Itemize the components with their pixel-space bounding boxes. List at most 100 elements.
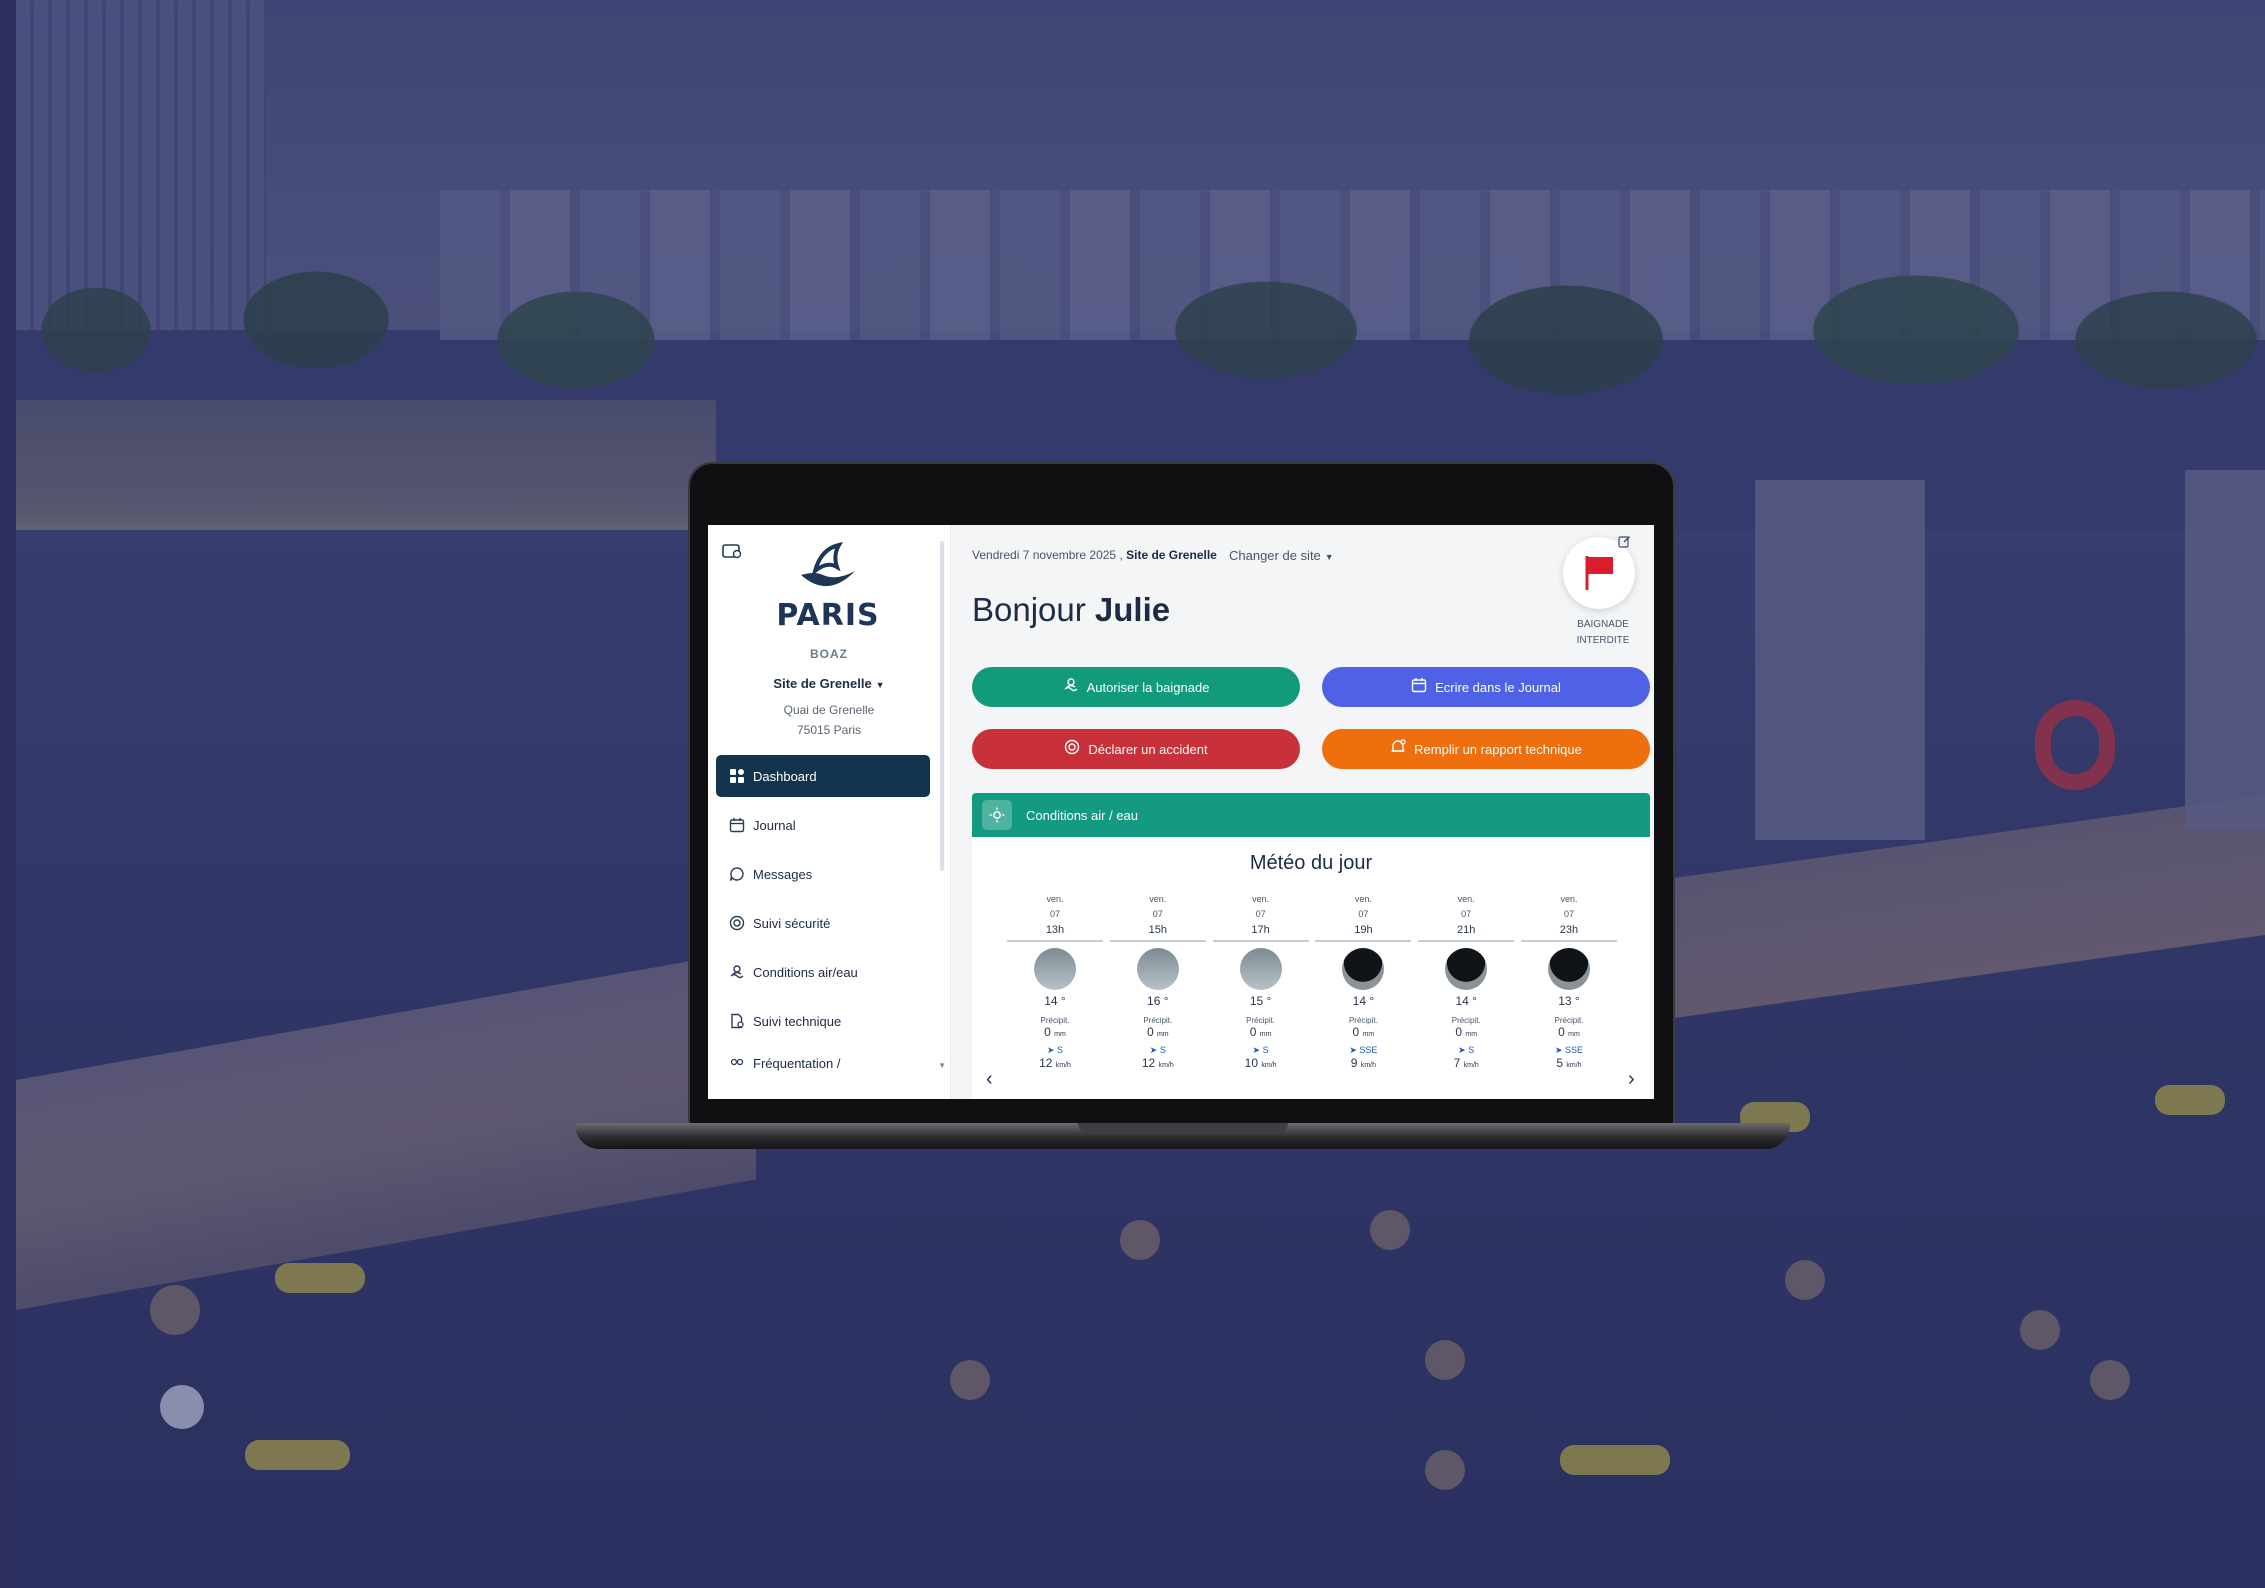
wind-unit: km/h: [1566, 1062, 1582, 1069]
forecast-precip: 0 mm: [1007, 1025, 1103, 1039]
separator: ,: [1116, 548, 1127, 562]
forecast-date: 07: [1358, 909, 1369, 919]
precip-label: Précipit.: [1040, 1016, 1070, 1025]
wind-unit: km/h: [1463, 1062, 1479, 1069]
forecast-temp: 16 °: [1147, 994, 1169, 1008]
forecast-hour: 19h: [1315, 922, 1412, 942]
left-strip: [0, 0, 16, 1588]
precip-value: 0: [1044, 1025, 1051, 1039]
forecast-day: ven.: [1560, 894, 1578, 904]
sun-icon: [982, 800, 1012, 830]
wind-dir-value: S: [1159, 1045, 1166, 1055]
night-cloud-icon: [1547, 948, 1590, 990]
cloud-icon: [1136, 948, 1179, 990]
wind-arrow-icon: ➤: [1046, 1045, 1055, 1055]
precip-label: Précipit.: [1246, 1016, 1276, 1025]
conditions-panel: Conditions air / eau Météo du jour ‹ › v…: [972, 793, 1650, 1099]
wind-arrow-icon: ➤: [1554, 1045, 1563, 1055]
forecast-precip: 0 mm: [1315, 1025, 1411, 1039]
wind-unit: km/h: [1261, 1062, 1277, 1069]
forecast-temp: 13 °: [1558, 994, 1580, 1008]
forecast-date: 07: [1152, 909, 1163, 919]
forecast-column: ven. 07 15h 16 ° Précipit. 0 mm ➤ S 12 km/h: [1109, 892, 1206, 1070]
precip-unit: mm: [1259, 1031, 1272, 1038]
wind-value: 12: [1141, 1056, 1156, 1070]
wind-arrow-icon: ➤: [1349, 1045, 1357, 1055]
current-site: Site de Grenelle: [1126, 548, 1217, 562]
swimmer-icon: [1063, 677, 1079, 697]
forecast-temp: 14 °: [1352, 994, 1375, 1008]
precip-value: 0: [1352, 1025, 1360, 1039]
main-area: Vendredi 7 novembre 2025 , Site de Grene…: [708, 525, 1654, 1099]
authorize-bathing-button[interactable]: Autoriser la baignade: [972, 667, 1300, 707]
wind-direction: ➤ SSE: [1315, 1045, 1411, 1056]
forecast-precip: 0 mm: [1521, 1025, 1617, 1039]
button-label: Remplir un rapport technique: [1414, 741, 1582, 757]
wind-arrow-icon: ➤: [1149, 1045, 1158, 1055]
wind-arrow-icon: ➤: [1458, 1045, 1466, 1055]
precip-unit: mm: [1054, 1031, 1066, 1038]
greeting-prefix: Bonjour: [972, 591, 1095, 628]
forecast-wind: 10 km/h: [1213, 1056, 1309, 1070]
edit-icon[interactable]: [1618, 535, 1631, 551]
forecast-temp: 14 °: [1044, 994, 1066, 1008]
forecast-date: 07: [1563, 909, 1574, 919]
wind-value: 9: [1350, 1056, 1358, 1070]
forecast-day: ven.: [1046, 894, 1064, 904]
wind-direction: ➤ S: [1110, 1045, 1206, 1056]
precip-value: 0: [1249, 1025, 1257, 1039]
night-cloud-icon: [1342, 948, 1385, 990]
precip-unit: mm: [1465, 1031, 1478, 1038]
precip-value: 0: [1558, 1025, 1565, 1039]
forecast-date: 07: [1461, 909, 1472, 919]
wind-dir-value: S: [1468, 1045, 1475, 1055]
forecast-column: ven. 07 21h 14 ° Précipit. 0 mm ➤ S7 km/h: [1418, 892, 1515, 1070]
technical-report-button[interactable]: Remplir un rapport technique: [1322, 729, 1650, 769]
forecast-precip: 0 mm: [1418, 1025, 1514, 1039]
current-date: Vendredi 7 novembre 2025: [972, 548, 1117, 562]
precip-unit: mm: [1568, 1031, 1580, 1038]
wind-value: 5: [1556, 1056, 1564, 1070]
panel-header[interactable]: Conditions air / eau: [972, 793, 1650, 837]
wind-dir-value: S: [1262, 1045, 1269, 1055]
forecast-hour: 15h: [1109, 922, 1206, 942]
forecast-precip: 0 mm: [1213, 1025, 1309, 1039]
wind-direction: ➤ S: [1213, 1045, 1309, 1056]
forecast-day: ven.: [1457, 894, 1475, 904]
wind-value: 7: [1453, 1056, 1461, 1070]
forecast-day: ven.: [1252, 894, 1270, 904]
forecast-wind: 9 km/h: [1315, 1056, 1411, 1070]
forecast-column: ven. 07 13h 14 ° Précipit. 0 mm ➤ S 12 km/h: [1007, 892, 1103, 1070]
forecast-hour: 17h: [1212, 922, 1309, 942]
laptop-notch: [1078, 1123, 1288, 1133]
forecast-day: ven.: [1149, 894, 1167, 904]
precip-label: Précipit.: [1554, 1016, 1584, 1025]
wind-value: 10: [1244, 1056, 1259, 1070]
wind-value: 12: [1039, 1056, 1053, 1070]
precip-label: Précipit.: [1451, 1016, 1481, 1025]
forecast-hour: 23h: [1520, 922, 1617, 942]
forecast-column: ven. 07 19h 14 ° Précipit. 0 mm ➤ SSE 9 km/h: [1315, 892, 1412, 1070]
forecast-hour: 13h: [1007, 922, 1103, 942]
night-cloud-icon: [1445, 948, 1488, 990]
forecast-wind: 5 km/h: [1521, 1056, 1617, 1070]
forecast-column: ven. 07 23h 13 ° Précipit. 0 mm ➤ SSE 5 km/h: [1520, 892, 1617, 1070]
calendar-icon: [1411, 677, 1427, 697]
red-flag-icon: [1585, 556, 1613, 590]
change-site-dropdown[interactable]: Changer de site ▼: [1229, 548, 1334, 563]
wind-dir-value: SSE: [1359, 1045, 1378, 1055]
cloud-icon: [1239, 948, 1282, 990]
forecast-row: ven. 07 13h 14 ° Précipit. 0 mm ➤ S 12 km/h ven.…: [1007, 892, 1617, 1070]
chevron-left-icon[interactable]: ‹: [986, 1068, 993, 1091]
flag-status-label: BAIGNADE INTERDITE: [1576, 619, 1630, 646]
precip-label: Précipit.: [1348, 1016, 1378, 1025]
bell-alert-icon: [1390, 739, 1406, 759]
chevron-right-icon[interactable]: ›: [1628, 1068, 1635, 1091]
wind-direction: ➤ S: [1418, 1045, 1514, 1056]
forecast-wind: 12 km/h: [1007, 1056, 1103, 1070]
write-journal-button[interactable]: Ecrire dans le Journal: [1322, 667, 1650, 707]
wind-dir-value: SSE: [1565, 1045, 1584, 1055]
forecast-temp: 15 °: [1249, 994, 1272, 1008]
declare-accident-button[interactable]: Déclarer un accident: [972, 729, 1300, 769]
wind-dir-value: S: [1057, 1045, 1064, 1055]
